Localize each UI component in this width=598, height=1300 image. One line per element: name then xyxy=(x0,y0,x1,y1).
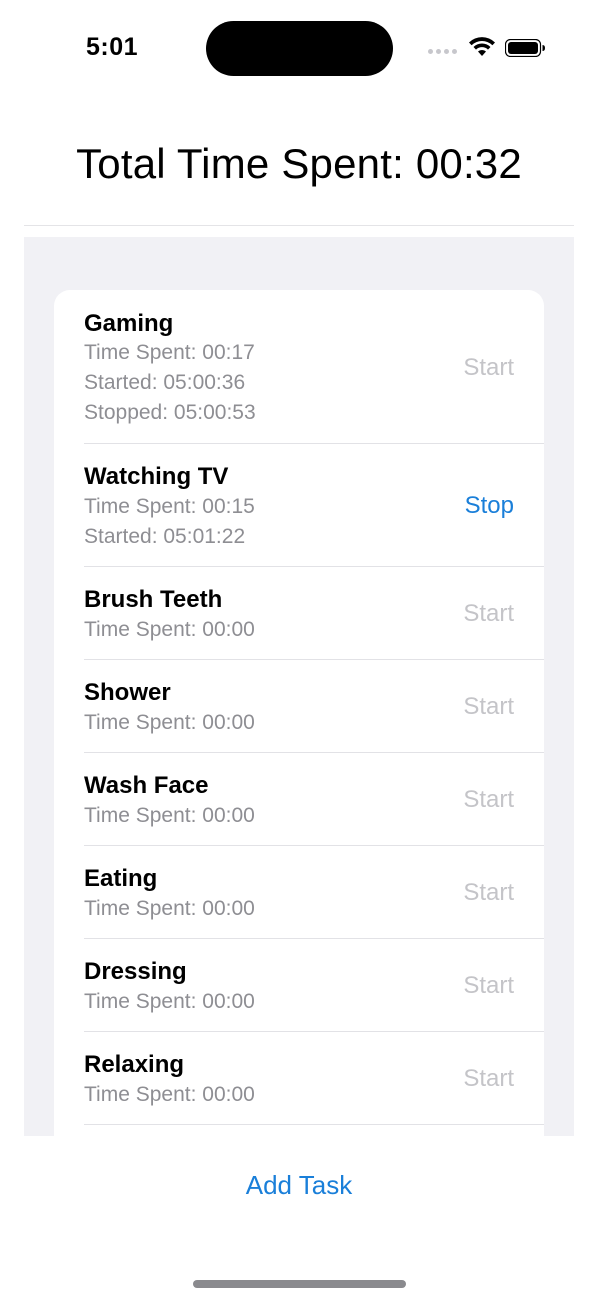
task-name: Eating xyxy=(84,865,158,892)
task-time-spent: Time Spent: 00:15 xyxy=(84,495,255,518)
start-button[interactable]: Start xyxy=(463,879,514,907)
home-indicator[interactable] xyxy=(193,1280,406,1288)
task-name: Relaxing xyxy=(84,1051,185,1078)
task-name: Watching TV xyxy=(84,463,229,490)
task-list-card: Gaming Time Spent: 00:17 Started: 05:00:… xyxy=(54,290,544,1136)
task-time-spent: Time Spent: 00:17 xyxy=(84,341,255,364)
start-button[interactable]: Start xyxy=(463,972,514,1000)
cellular-signal-icon xyxy=(428,49,460,59)
wifi-icon xyxy=(469,37,495,56)
start-button[interactable]: Start xyxy=(463,786,514,814)
task-list[interactable]: Gaming Time Spent: 00:17 Started: 05:00:… xyxy=(24,237,574,1136)
start-button[interactable]: Start xyxy=(463,1065,514,1093)
task-row-dressing: Dressing Time Spent: 00:00 Start xyxy=(54,939,544,1032)
task-name: Dressing xyxy=(84,958,187,985)
task-name: Gaming xyxy=(84,310,174,337)
battery-icon xyxy=(505,39,545,57)
task-row-partial xyxy=(54,1125,544,1136)
status-time: 5:01 xyxy=(86,33,139,61)
task-row-relaxing: Relaxing Time Spent: 00:00 Start xyxy=(54,1032,544,1125)
task-row-brush-teeth: Brush Teeth Time Spent: 00:00 Start xyxy=(54,567,544,660)
task-time-spent: Time Spent: 00:00 xyxy=(84,804,255,827)
stop-button[interactable]: Stop xyxy=(465,492,514,520)
task-row-wash-face: Wash Face Time Spent: 00:00 Start xyxy=(54,753,544,846)
task-stopped: Stopped: 05:00:53 xyxy=(84,401,256,424)
task-name: Shower xyxy=(84,679,171,706)
task-time-spent: Time Spent: 00:00 xyxy=(84,1083,255,1106)
total-time-spent: Total Time Spent: 00:32 xyxy=(76,140,522,187)
dynamic-island xyxy=(206,21,393,76)
start-button[interactable]: Start xyxy=(463,693,514,721)
task-time-spent: Time Spent: 00:00 xyxy=(84,990,255,1013)
task-time-spent: Time Spent: 00:00 xyxy=(84,897,255,920)
screen: 5:01 Total Time Spent: 00:32 Gaming Time… xyxy=(0,0,598,1300)
start-button[interactable]: Start xyxy=(463,354,514,382)
task-row-watching-tv: Watching TV Time Spent: 00:15 Started: 0… xyxy=(54,444,544,567)
task-row-shower: Shower Time Spent: 00:00 Start xyxy=(54,660,544,753)
task-name: Brush Teeth xyxy=(84,586,223,613)
add-task-button[interactable]: Add Task xyxy=(0,1170,598,1201)
task-time-spent: Time Spent: 00:00 xyxy=(84,618,255,641)
task-time-spent: Time Spent: 00:00 xyxy=(84,711,255,734)
task-name: Wash Face xyxy=(84,772,209,799)
task-started: Started: 05:01:22 xyxy=(84,525,246,548)
task-started: Started: 05:00:36 xyxy=(84,371,246,394)
task-row-eating: Eating Time Spent: 00:00 Start xyxy=(54,846,544,939)
task-row-gaming: Gaming Time Spent: 00:17 Started: 05:00:… xyxy=(54,290,544,444)
header-divider xyxy=(24,225,574,226)
start-button[interactable]: Start xyxy=(463,600,514,628)
